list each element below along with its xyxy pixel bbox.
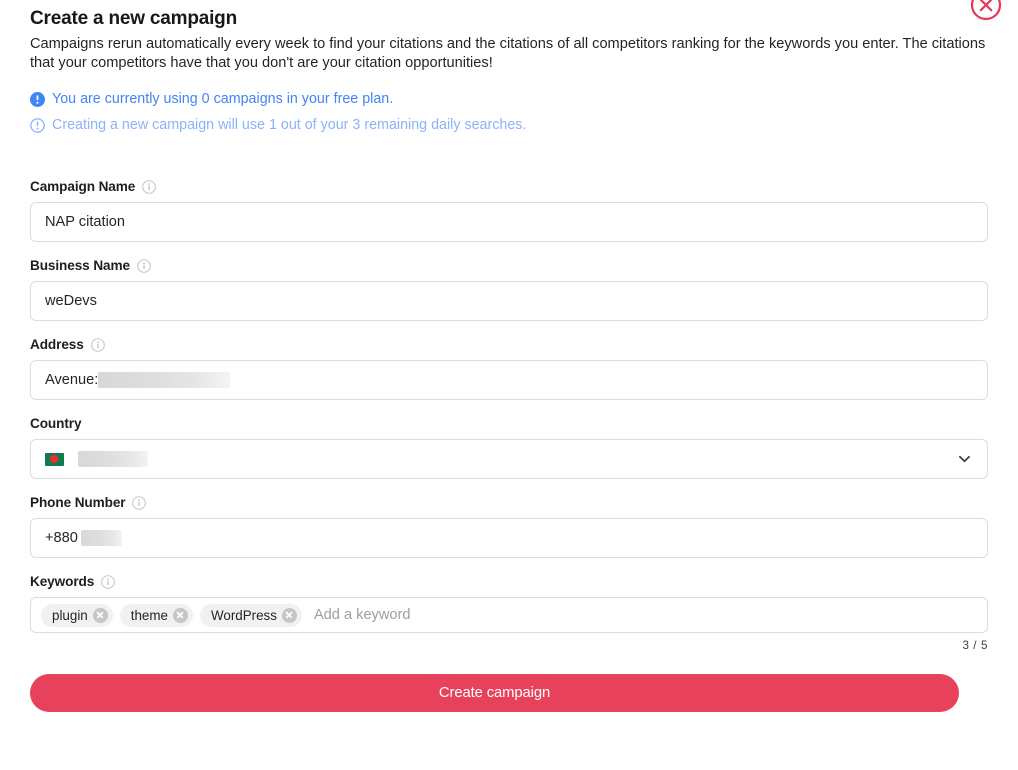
input-value: +880: [45, 530, 78, 546]
keyword-chip[interactable]: theme: [119, 603, 193, 627]
country-label: Country: [30, 416, 988, 431]
field-business-name: Business Name weDevs: [30, 258, 988, 321]
address-input[interactable]: Avenue:: [30, 360, 988, 400]
label-text: Country: [30, 416, 82, 431]
create-campaign-button[interactable]: Create campaign: [30, 674, 959, 712]
keywords-input[interactable]: plugin theme WordPress Add a keyword: [30, 597, 988, 633]
chip-remove-icon[interactable]: [92, 607, 108, 623]
chip-label: WordPress: [210, 607, 277, 623]
chip-remove-icon[interactable]: [172, 607, 188, 623]
field-keywords: Keywords plugin theme WordPress Add a ke…: [30, 574, 988, 652]
create-campaign-dialog: Create a new campaign Campaigns rerun au…: [0, 0, 1018, 770]
keywords-counter: 3 / 5: [962, 639, 988, 652]
campaign-name-input[interactable]: NAP citation: [30, 202, 988, 242]
campaign-form: Campaign Name NAP citation Business Name: [0, 179, 1018, 652]
phone-number-input[interactable]: +880: [30, 518, 988, 558]
redacted-country: [78, 451, 148, 467]
keywords-label: Keywords: [30, 574, 988, 589]
field-phone-number: Phone Number +880: [30, 495, 988, 558]
info-circle-icon[interactable]: [90, 337, 105, 352]
address-label: Address: [30, 337, 988, 352]
info-circle-icon[interactable]: [101, 574, 115, 589]
label-text: Keywords: [30, 574, 95, 589]
redacted-phone: [80, 530, 122, 546]
info-circle-icon[interactable]: [142, 179, 156, 194]
info-filled-icon: [30, 91, 45, 107]
notice-daily-searches: Creating a new campaign will use 1 out o…: [30, 115, 988, 135]
notice-list: You are currently using 0 campaigns in y…: [30, 89, 988, 135]
notice-text: You are currently using 0 campaigns in y…: [52, 91, 394, 107]
submit-row: Create campaign: [0, 674, 1018, 712]
field-address: Address Avenue:: [30, 337, 988, 400]
chip-label: theme: [130, 607, 168, 623]
campaign-name-label: Campaign Name: [30, 179, 988, 194]
redacted-address: [98, 372, 231, 388]
country-select[interactable]: [30, 439, 988, 479]
info-outline-icon: [30, 117, 45, 133]
label-text: Address: [30, 337, 84, 352]
chip-remove-icon[interactable]: [281, 607, 297, 623]
keyword-placeholder: Add a keyword: [313, 607, 411, 623]
notice-campaign-usage: You are currently using 0 campaigns in y…: [30, 89, 988, 109]
input-value: Avenue:: [45, 372, 99, 388]
notice-text: Creating a new campaign will use 1 out o…: [52, 117, 527, 133]
label-text: Business Name: [30, 258, 130, 273]
dialog-description: Campaigns rerun automatically every week…: [30, 36, 986, 71]
label-text: Campaign Name: [30, 179, 136, 194]
field-campaign-name: Campaign Name NAP citation: [30, 179, 988, 242]
business-name-label: Business Name: [30, 258, 988, 273]
business-name-input[interactable]: weDevs: [30, 281, 988, 321]
page-title: Create a new campaign: [30, 8, 237, 29]
keyword-chip[interactable]: plugin: [41, 603, 113, 627]
label-text: Phone Number: [30, 495, 126, 510]
info-circle-icon[interactable]: [137, 258, 151, 273]
field-country: Country: [30, 416, 988, 479]
chevron-down-icon[interactable]: [956, 451, 973, 468]
keyword-chip[interactable]: WordPress: [199, 603, 302, 627]
chip-label: plugin: [52, 607, 88, 623]
dialog-header: Create a new campaign Campaigns rerun au…: [0, 0, 1018, 135]
input-value: weDevs: [45, 293, 97, 309]
input-value: NAP citation: [45, 214, 126, 230]
close-circle-icon[interactable]: [968, 0, 1004, 23]
info-circle-icon[interactable]: [132, 495, 147, 510]
bangladesh-flag-icon: [45, 452, 64, 466]
phone-number-label: Phone Number: [30, 495, 988, 510]
